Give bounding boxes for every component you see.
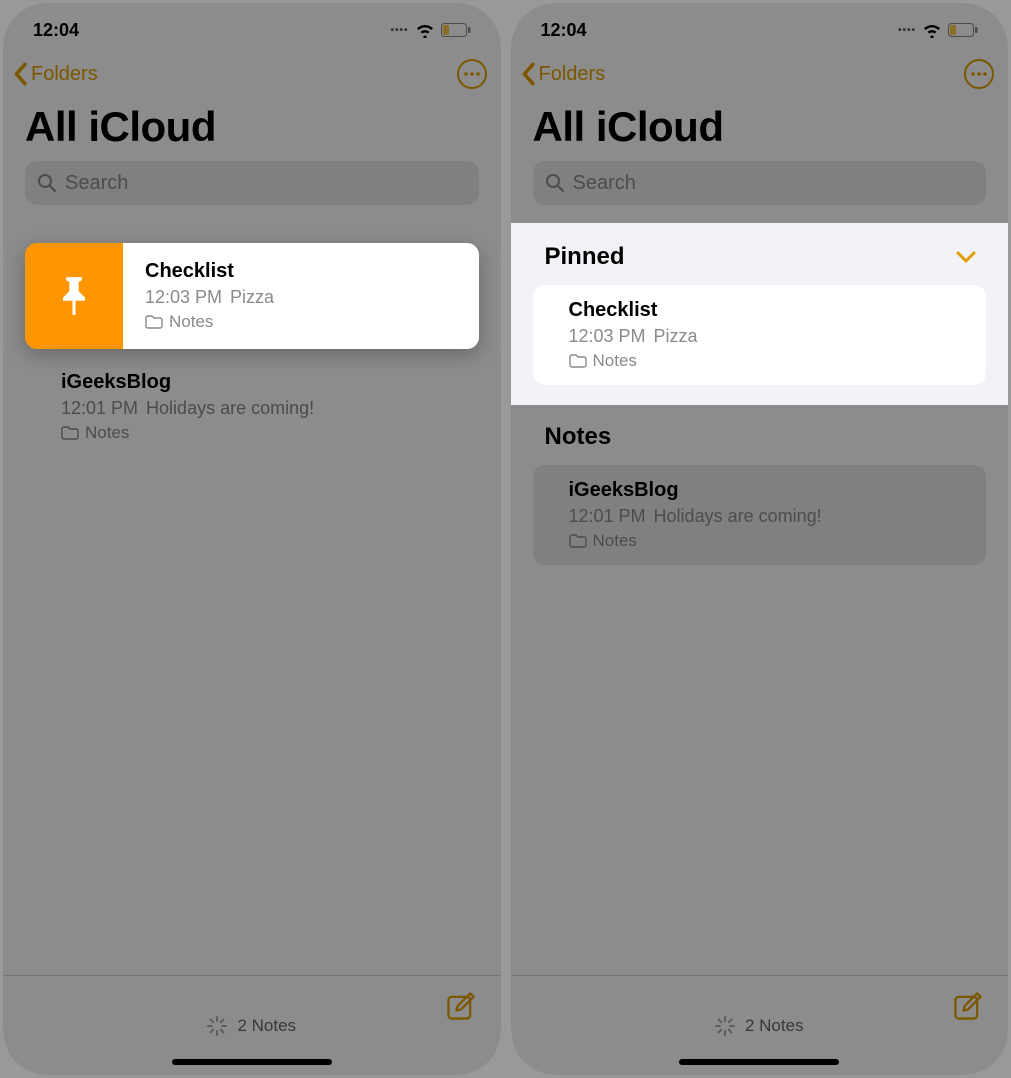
status-time: 12:04 xyxy=(33,20,79,41)
folder-icon xyxy=(145,315,163,329)
chevron-left-icon xyxy=(519,62,537,86)
page-title: All iCloud xyxy=(3,95,501,161)
battery-icon xyxy=(948,23,978,37)
note-subtitle: 12:01 PMHolidays are coming! xyxy=(569,506,971,527)
note-subtitle: 12:03 PMPizza xyxy=(569,326,971,347)
note-count-label: 2 Notes xyxy=(745,1016,804,1036)
home-indicator[interactable] xyxy=(172,1059,332,1065)
note-title: Checklist xyxy=(569,299,971,322)
back-button[interactable]: Folders xyxy=(519,62,606,86)
folder-icon xyxy=(569,534,587,548)
chevron-down-icon xyxy=(956,251,976,263)
search-placeholder: Search xyxy=(573,172,636,195)
nav-bar: Folders xyxy=(3,49,501,95)
wifi-icon xyxy=(922,22,942,38)
pin-icon xyxy=(55,274,93,318)
note-title: iGeeksBlog xyxy=(569,479,971,502)
note-subtitle: 12:01 PMHolidays are coming! xyxy=(61,398,463,419)
search-input[interactable]: Search xyxy=(533,161,987,205)
cellular-dots: •••• xyxy=(390,25,408,36)
section-label: Notes xyxy=(545,423,612,451)
note-row[interactable]: iGeeksBlog 12:01 PMHolidays are coming! … xyxy=(533,465,987,565)
nav-bar: Folders xyxy=(511,49,1009,95)
search-icon xyxy=(545,173,565,193)
note-row-content[interactable]: Checklist 12:03 PMPizza Notes xyxy=(123,243,479,349)
cellular-dots: •••• xyxy=(898,25,916,36)
more-button[interactable] xyxy=(457,59,487,89)
back-label: Folders xyxy=(539,63,606,86)
section-header-pinned[interactable]: Pinned xyxy=(511,243,1009,279)
page-title: All iCloud xyxy=(511,95,1009,161)
note-row-swiped[interactable]: Checklist 12:03 PMPizza Notes xyxy=(25,243,479,349)
note-folder: Notes xyxy=(145,312,463,332)
back-button[interactable]: Folders xyxy=(11,62,98,86)
pinned-section: Pinned Checklist 12:03 PMPizza Notes xyxy=(511,223,1009,405)
screenshot-right: 12:04 •••• Folders All iCloud Search xyxy=(511,3,1009,1075)
wifi-icon xyxy=(415,22,435,38)
search-placeholder: Search xyxy=(65,172,128,195)
status-bar: 12:04 •••• xyxy=(3,3,501,49)
folder-icon xyxy=(569,354,587,368)
note-row[interactable]: iGeeksBlog 12:01 PMHolidays are coming! … xyxy=(25,353,479,459)
note-row[interactable]: Checklist 12:03 PMPizza Notes xyxy=(533,285,987,385)
note-subtitle: 12:03 PMPizza xyxy=(145,287,463,308)
home-indicator[interactable] xyxy=(679,1059,839,1065)
sync-spinner-icon xyxy=(715,1016,735,1036)
note-title: iGeeksBlog xyxy=(61,371,463,394)
pin-action-button[interactable] xyxy=(25,243,123,349)
status-bar: 12:04 •••• xyxy=(511,3,1009,49)
battery-icon xyxy=(441,23,471,37)
note-title: Checklist xyxy=(145,260,463,283)
back-label: Folders xyxy=(31,63,98,86)
chevron-left-icon xyxy=(11,62,29,86)
screenshot-left: 12:04 •••• Folders All iCloud Search xyxy=(3,3,501,1075)
bottom-toolbar: 2 Notes xyxy=(3,975,501,1075)
status-time: 12:04 xyxy=(541,20,587,41)
note-folder: Notes xyxy=(569,351,971,371)
more-button[interactable] xyxy=(964,59,994,89)
folder-icon xyxy=(61,426,79,440)
section-header-notes[interactable]: Notes xyxy=(511,405,1009,459)
compose-button[interactable] xyxy=(445,990,477,1022)
search-icon xyxy=(37,173,57,193)
note-count-label: 2 Notes xyxy=(237,1016,296,1036)
note-folder: Notes xyxy=(569,531,971,551)
compose-button[interactable] xyxy=(952,990,984,1022)
search-input[interactable]: Search xyxy=(25,161,479,205)
note-folder: Notes xyxy=(61,423,463,443)
sync-spinner-icon xyxy=(207,1016,227,1036)
section-label: Pinned xyxy=(545,243,625,271)
bottom-toolbar: 2 Notes xyxy=(511,975,1009,1075)
